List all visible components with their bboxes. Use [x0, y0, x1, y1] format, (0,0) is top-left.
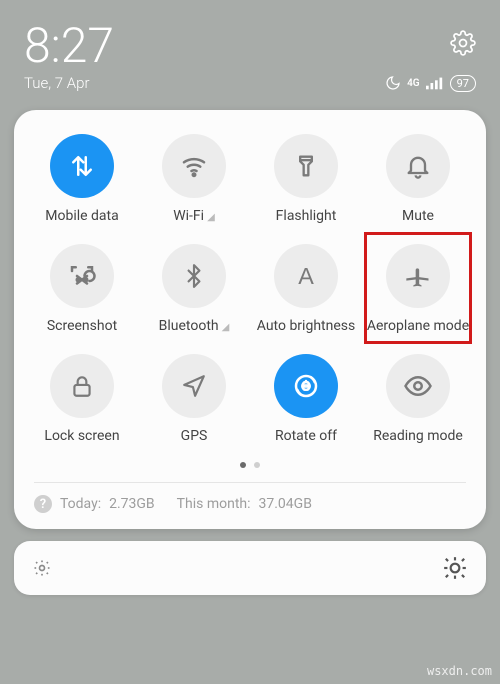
- tile-label: Mobile data: [45, 208, 118, 224]
- tile-rotate[interactable]: Rotate off: [250, 354, 362, 444]
- tile-letter-a[interactable]: A Auto brightness: [250, 244, 362, 334]
- auto-icon: A: [292, 262, 320, 290]
- data-usage-row[interactable]: ? Today: 2.73GB This month: 37.04GB: [26, 483, 474, 515]
- status-bar: 8:27 Tue, 7 Apr 4G 97: [0, 0, 500, 104]
- signal-icon: [426, 76, 444, 90]
- tile-circle: [50, 354, 114, 418]
- dnd-icon: [385, 75, 401, 91]
- tile-screenshot[interactable]: Screenshot: [26, 244, 138, 334]
- tile-label: Screenshot: [47, 318, 117, 334]
- tile-label: Reading mode: [373, 428, 463, 444]
- tile-circle: [274, 354, 338, 418]
- tile-label: Mute: [402, 208, 434, 224]
- quick-settings-panel: Mobile data Wi-Fi◢ Flashlight Mute Screensho…: [14, 110, 486, 529]
- screenshot-icon: [67, 261, 97, 291]
- usage-month-value: 37.04GB: [259, 496, 312, 512]
- tile-circle: [274, 134, 338, 198]
- lock-icon: [69, 373, 95, 399]
- eye-icon: [403, 371, 433, 401]
- date: Tue, 7 Apr: [24, 74, 90, 92]
- tile-circle: [50, 244, 114, 308]
- page-dot-2: [254, 462, 260, 468]
- rotate-icon: [291, 371, 321, 401]
- tiles-grid: Mobile data Wi-Fi◢ Flashlight Mute Screensho…: [26, 134, 474, 444]
- tile-circle: [386, 134, 450, 198]
- brightness-high-icon: [442, 555, 468, 581]
- clock: 8:27: [24, 22, 114, 70]
- tile-label: Flashlight: [276, 208, 337, 224]
- brightness-low-icon: [32, 558, 52, 578]
- network-type: 4G: [407, 78, 420, 89]
- help-icon: ?: [34, 495, 52, 513]
- tile-location[interactable]: GPS: [138, 354, 250, 444]
- wifi-icon: [179, 151, 209, 181]
- tile-wifi[interactable]: Wi-Fi◢: [138, 134, 250, 224]
- gear-icon: [450, 30, 476, 56]
- tile-circle: [386, 354, 450, 418]
- tile-flashlight[interactable]: Flashlight: [250, 134, 362, 224]
- brightness-slider[interactable]: [14, 541, 486, 595]
- tile-circle: [50, 134, 114, 198]
- battery-badge: 97: [450, 75, 476, 92]
- tile-eye[interactable]: Reading mode: [362, 354, 474, 444]
- tile-label: GPS: [181, 428, 208, 444]
- tile-label: Wi-Fi◢: [173, 208, 215, 224]
- tile-lock[interactable]: Lock screen: [26, 354, 138, 444]
- tile-circle: [162, 354, 226, 418]
- page-dot-1: [240, 462, 246, 468]
- tile-circle: [162, 134, 226, 198]
- highlight-box: [364, 232, 472, 344]
- usage-today-value: 2.73GB: [109, 496, 155, 512]
- tile-label: Auto brightness: [257, 318, 355, 334]
- usage-today-label: Today:: [60, 496, 101, 512]
- bluetooth-icon: [181, 263, 207, 289]
- tile-circle: A: [274, 244, 338, 308]
- tile-bluetooth[interactable]: Bluetooth◢: [138, 244, 250, 334]
- expand-indicator: ◢: [207, 212, 215, 223]
- watermark: wsxdn.com: [427, 664, 492, 678]
- tile-label: Bluetooth◢: [159, 318, 230, 334]
- tile-data[interactable]: Mobile data: [26, 134, 138, 224]
- tile-bell[interactable]: Mute: [362, 134, 474, 224]
- flashlight-icon: [292, 152, 320, 180]
- page-indicator[interactable]: [26, 462, 474, 468]
- tile-label: Rotate off: [275, 428, 337, 444]
- settings-button[interactable]: [450, 30, 476, 56]
- status-icons: 4G 97: [385, 75, 476, 92]
- tile-label: Lock screen: [44, 428, 119, 444]
- tile-circle: [162, 244, 226, 308]
- data-icon: [67, 151, 97, 181]
- svg-text:A: A: [298, 263, 314, 289]
- location-icon: [181, 373, 207, 399]
- tile-airplane[interactable]: Aeroplane mode: [362, 244, 474, 334]
- expand-indicator: ◢: [222, 322, 230, 333]
- usage-month-label: This month:: [177, 496, 251, 512]
- bell-icon: [404, 152, 432, 180]
